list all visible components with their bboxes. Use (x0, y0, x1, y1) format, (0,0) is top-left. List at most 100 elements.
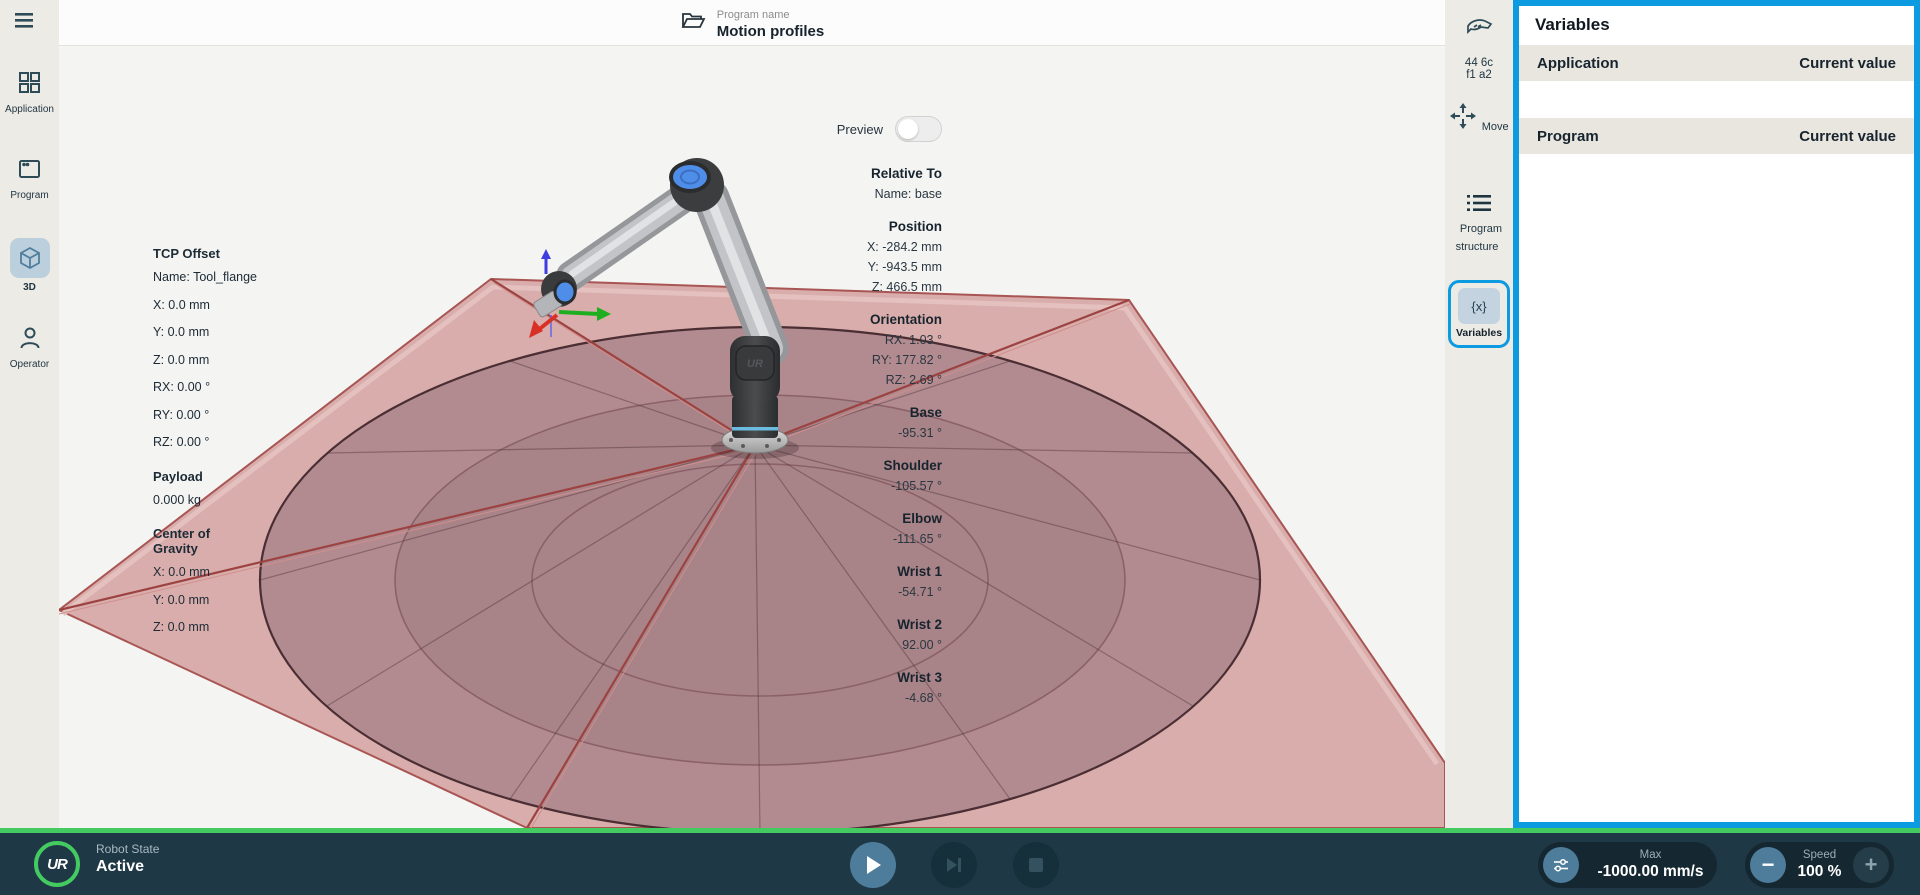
relative-to-heading: Relative To (712, 164, 942, 184)
cube-3d-icon (10, 245, 50, 276)
joint-elbow: Elbow -111.65 ° (712, 509, 942, 549)
tune-sliders-icon (1552, 857, 1570, 873)
speed-value: 100 % (1797, 863, 1842, 882)
tcp-y: Y: 0.0 mm (153, 325, 288, 339)
tcp-x: X: 0.0 mm (153, 298, 288, 312)
cog-y: Y: 0.0 mm (153, 593, 288, 607)
preview-label: Preview (837, 122, 883, 137)
variables-tool-button[interactable]: {x} Variables (1448, 280, 1510, 348)
robot-state: Robot State Active (96, 842, 159, 877)
joint-wrist2: Wrist 2 92.00 ° (712, 615, 942, 655)
tcp-name: Name: Tool_flange (153, 270, 288, 284)
operator-person-icon (0, 325, 59, 355)
preview-toggle[interactable] (895, 116, 942, 142)
cog-z: Z: 0.0 mm (153, 620, 288, 634)
ur-logo: UR (34, 841, 80, 887)
orientation-group: Orientation RX: 1.03 ° RY: 177.82 ° RZ: … (712, 310, 942, 390)
left-sidebar: Application Program 3D (0, 0, 59, 828)
app-root: Application Program 3D (0, 0, 1920, 895)
cog-x: X: 0.0 mm (153, 565, 288, 579)
max-value: -1000.00 mm/s (1590, 863, 1711, 882)
position-x: X: -284.2 mm (712, 237, 942, 257)
stop-button[interactable] (1013, 842, 1059, 888)
tcp-rx: RX: 0.00 ° (153, 380, 288, 394)
header: Program name Motion profiles (59, 0, 1445, 46)
max-speed-display: Max -1000.00 mm/s (1584, 849, 1717, 881)
program-window-icon (0, 158, 59, 186)
plus-icon: + (1865, 854, 1878, 876)
speed-label: Speed (1797, 849, 1842, 863)
move-tool-button[interactable]: Move (1445, 102, 1513, 135)
orientation-rx: RX: 1.03 ° (712, 330, 942, 350)
sidebar-item-label: 3D (0, 282, 59, 293)
joint-wrist1: Wrist 1 -54.71 ° (712, 562, 942, 602)
cog-heading: Center of Gravity (153, 526, 243, 556)
max-speed-control: Max -1000.00 mm/s (1538, 842, 1717, 888)
joint-shoulder: Shoulder -105.57 ° (712, 456, 942, 496)
section-label: Program (1537, 128, 1599, 145)
move-arrows-icon (1449, 117, 1481, 134)
orientation-heading: Orientation (712, 310, 942, 330)
position-heading: Position (712, 217, 942, 237)
orientation-rz: RZ: 2.69 ° (712, 370, 942, 390)
relative-to-value: Name: base (712, 184, 942, 204)
speed-display: Speed 100 % (1791, 849, 1848, 881)
sidebar-item-label: Program (0, 190, 59, 201)
tcp-rz: RZ: 0.00 ° (153, 435, 288, 449)
relative-to-group: Relative To Name: base (712, 164, 942, 204)
position-y: Y: -943.5 mm (712, 257, 942, 277)
sidebar-item-operator[interactable]: Operator (0, 325, 59, 370)
minus-icon: − (1762, 854, 1775, 876)
speed-decrease-button[interactable]: − (1750, 847, 1786, 883)
section-value-header: Current value (1799, 128, 1896, 145)
speed-slider-control: − Speed 100 % + (1745, 842, 1894, 888)
hand-tool-button[interactable] (1445, 16, 1513, 47)
program-structure-label: Program structure (1456, 223, 1503, 253)
hand-icon (1464, 29, 1494, 46)
speed-increase-button[interactable]: + (1853, 847, 1889, 883)
toggle-knob (898, 119, 918, 139)
variables-panel: Variables Application Current value Prog… (1513, 0, 1920, 828)
payload-heading: Payload (153, 469, 288, 484)
position-group: Position X: -284.2 mm Y: -943.5 mm Z: 46… (712, 217, 942, 297)
pose-info-overlay: Preview Relative To Name: base Position … (712, 116, 942, 721)
move-label: Move (1482, 121, 1509, 133)
sidebar-item-label: Operator (0, 359, 59, 370)
variables-panel-title: Variables (1519, 6, 1914, 45)
application-grid-icon (0, 70, 59, 100)
list-structure-icon (1465, 201, 1493, 218)
sidebar-item-program[interactable]: Program (0, 158, 59, 201)
hamburger-menu-icon[interactable] (10, 9, 48, 39)
sidebar-item-application[interactable]: Application (0, 70, 59, 115)
joint-base: Base -95.31 ° (712, 403, 942, 443)
variables-section-program: Program Current value (1519, 118, 1914, 154)
robot-serial-text: 44 6c f1 a2 (1445, 57, 1513, 81)
orientation-ry: RY: 177.82 ° (712, 350, 942, 370)
bottom-bar: UR Robot State Active (0, 828, 1920, 895)
step-button[interactable] (931, 842, 977, 888)
section-label: Application (1537, 55, 1619, 72)
robot-state-value: Active (96, 857, 159, 877)
play-icon (864, 855, 882, 875)
joint-wrist3: Wrist 3 -4.68 ° (712, 668, 942, 708)
robot-3d-viewport[interactable]: UR (59, 46, 1445, 828)
sidebar-item-3d[interactable]: 3D (0, 238, 59, 293)
program-name-label: Program name (717, 9, 790, 21)
robot-state-label: Robot State (96, 842, 159, 857)
play-button[interactable] (850, 842, 896, 888)
tcp-ry: RY: 0.00 ° (153, 408, 288, 422)
tcp-z: Z: 0.0 mm (153, 353, 288, 367)
tcp-offset-heading: TCP Offset (153, 246, 288, 261)
program-structure-button[interactable]: Program structure (1445, 192, 1513, 255)
position-z: Z: 466.5 mm (712, 277, 942, 297)
stop-icon (1028, 857, 1044, 873)
sidebar-item-label: Application (0, 104, 59, 115)
speed-settings-button[interactable] (1543, 847, 1579, 883)
variables-section-application: Application Current value (1519, 45, 1914, 81)
skip-icon (944, 856, 964, 874)
page-title: Motion profiles (717, 23, 825, 40)
variables-icon: {x} (1458, 288, 1500, 324)
max-label: Max (1590, 849, 1711, 863)
right-toolbar: 44 6c f1 a2 Move Pr (1445, 0, 1513, 828)
tcp-info-overlay: TCP Offset Name: Tool_flange X: 0.0 mm Y… (153, 246, 288, 648)
